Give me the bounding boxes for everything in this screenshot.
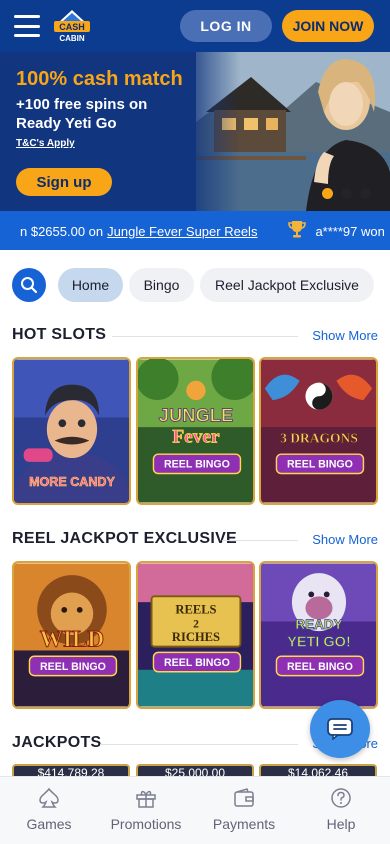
svg-text:REEL BINGO: REEL BINGO <box>164 459 230 471</box>
nav-games[interactable]: Games <box>14 777 84 844</box>
ready-yeti-go-thumbnail: READY YETI GO! REEL BINGO <box>261 563 376 707</box>
top-header: CASH CABIN LOG IN JOIN NOW <box>0 0 390 52</box>
spade-icon <box>39 787 59 808</box>
nav-promotions-label: Promotions <box>110 816 182 832</box>
wild-lion-thumbnail: WILD REEL BINGO <box>14 563 129 707</box>
game-tile-reels-2-riches[interactable]: REELS 2 RICHES REEL BINGO <box>136 561 255 709</box>
nav-payments[interactable]: Payments <box>204 777 284 844</box>
chat-icon <box>327 718 353 740</box>
3-dragons-thumbnail: 3 DRAGONS REEL BINGO <box>261 359 376 503</box>
svg-text:CABIN: CABIN <box>59 34 85 43</box>
hero-fade-overlay <box>180 52 240 211</box>
section-title-jackpots: JACKPOTS <box>12 734 102 751</box>
game-tile-ready-yeti-go[interactable]: READY YETI GO! REEL BINGO <box>259 561 378 709</box>
section-title-reel-jackpot: REEL JACKPOT EXCLUSIVE <box>12 530 238 547</box>
wallet-icon <box>234 788 254 807</box>
cash-cabin-logo[interactable]: CASH CABIN <box>52 8 92 44</box>
tab-bingo[interactable]: Bingo <box>129 268 194 302</box>
nav-games-label: Games <box>26 816 72 832</box>
jungle-fever-thumbnail: JUNGLE Fever REEL BINGO <box>138 359 253 503</box>
section-title-hot-slots: HOT SLOTS <box>12 326 107 343</box>
search-button[interactable] <box>12 268 46 302</box>
nav-help-label: Help <box>326 816 356 832</box>
hero-title: 100% cash match <box>16 68 183 90</box>
game-tile-wild-lion[interactable]: WILD REEL BINGO <box>12 561 131 709</box>
svg-text:READY: READY <box>295 617 342 632</box>
svg-text:RICHES: RICHES <box>172 630 220 644</box>
svg-text:WILD: WILD <box>40 627 104 653</box>
bottom-navigation: Games Promotions Payments Help <box>0 776 390 844</box>
hero-subtitle: +100 free spins on Ready Yeti Go <box>16 96 148 132</box>
more-candy-thumbnail: MORE CANDY <box>14 359 129 503</box>
reels-2-riches-thumbnail: REELS 2 RICHES REEL BINGO <box>138 563 253 707</box>
carousel-dot[interactable] <box>341 188 352 199</box>
show-more-hot-slots[interactable]: Show More <box>312 328 378 343</box>
show-more-reel-jackpot[interactable]: Show More <box>312 532 378 547</box>
game-tile-3-dragons[interactable]: 3 DRAGONS REEL BINGO <box>259 357 378 505</box>
join-now-button[interactable]: JOIN NOW <box>282 10 374 42</box>
nav-payments-label: Payments <box>212 816 276 832</box>
search-icon <box>21 277 38 294</box>
tab-home[interactable]: Home <box>58 268 123 302</box>
trophy-icon <box>288 221 307 238</box>
carousel-dot[interactable] <box>322 188 333 199</box>
terms-link[interactable]: T&C's Apply <box>16 138 75 149</box>
svg-text:MORE CANDY: MORE CANDY <box>29 475 115 489</box>
section-divider <box>112 336 298 337</box>
live-chat-button[interactable] <box>310 700 370 758</box>
nav-help[interactable]: Help <box>306 777 376 844</box>
svg-text:3 DRAGONS: 3 DRAGONS <box>280 431 358 446</box>
ticker-game-link[interactable]: Jungle Fever Super Reels <box>107 224 257 239</box>
svg-text:REELS: REELS <box>175 603 216 617</box>
game-tile-jungle-fever[interactable]: JUNGLE Fever REEL BINGO <box>136 357 255 505</box>
svg-text:REEL BINGO: REEL BINGO <box>164 657 230 669</box>
section-divider <box>100 744 298 745</box>
gift-icon <box>136 790 156 808</box>
ticker-winner: a****97 won <box>315 223 385 239</box>
winners-ticker: n $2655.00 on Jungle Fever Super Reels a… <box>0 211 390 250</box>
svg-text:CASH: CASH <box>59 22 85 32</box>
tab-reel-jackpot-exclusive[interactable]: Reel Jackpot Exclusive <box>200 268 374 302</box>
game-tile-more-candy[interactable]: MORE CANDY <box>12 357 131 505</box>
carousel-dot[interactable] <box>360 188 371 199</box>
section-divider <box>222 540 298 541</box>
ticker-amount: n $2655.00 on <box>20 223 104 239</box>
svg-text:JUNGLE: JUNGLE <box>159 404 233 425</box>
svg-text:REEL BINGO: REEL BINGO <box>40 661 106 673</box>
help-icon <box>331 788 351 808</box>
carousel-dots <box>322 188 371 199</box>
svg-text:Fever: Fever <box>172 427 220 448</box>
svg-text:REEL BINGO: REEL BINGO <box>287 459 353 471</box>
login-button[interactable]: LOG IN <box>180 10 272 42</box>
svg-text:REEL BINGO: REEL BINGO <box>287 661 353 673</box>
svg-text:2: 2 <box>193 617 199 630</box>
signup-button[interactable]: Sign up <box>16 168 112 196</box>
svg-text:YETI GO!: YETI GO! <box>287 635 351 651</box>
menu-icon[interactable] <box>14 15 40 37</box>
nav-promotions[interactable]: Promotions <box>100 777 192 844</box>
promo-hero-banner[interactable]: 100% cash match +100 free spins on Ready… <box>0 52 390 211</box>
